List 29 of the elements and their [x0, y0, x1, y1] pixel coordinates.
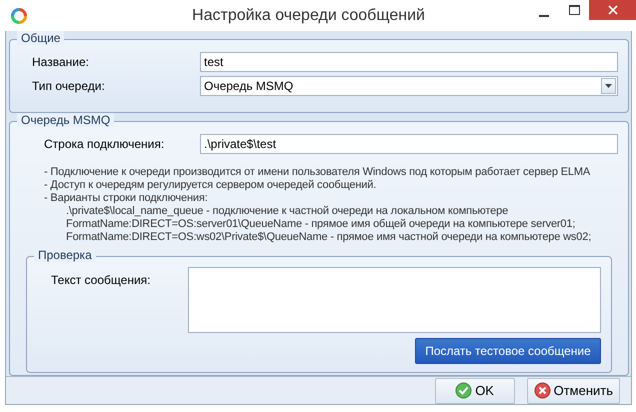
info-text: - Подключение к очереди производится от имени пользователя Windows под которым работает сервер ELMA [44, 166, 590, 179]
minimize-icon [539, 15, 549, 17]
message-field[interactable] [188, 267, 601, 333]
maximize-icon [568, 5, 580, 15]
info-text: FormatName:DIRECT=OS:server01\QueueName - прямое имя общей очереди на компьютере server01; [65, 218, 576, 231]
group-title: Очередь MSMQ [17, 113, 114, 127]
info-text: FormatName:DIRECT=OS:ws02\Private$\QueueName - прямое имя частной очереди на компьютере ws02; [65, 231, 592, 244]
window-title: Настройка очереди сообщений [191, 6, 426, 26]
queue-type-dropdown[interactable]: Очередь MSMQ [200, 76, 618, 96]
field-label: Строка подключения: [43, 137, 166, 151]
name-field[interactable]: test [200, 52, 618, 72]
info-text: - Варианты строки подключения: [44, 192, 208, 205]
connection-string-field[interactable]: .\private$\test [200, 134, 618, 154]
close-icon [608, 5, 618, 15]
group-title: Проверка [34, 248, 96, 262]
close-button[interactable] [589, 0, 636, 20]
app-logo-icon [10, 6, 28, 24]
ok-button[interactable]: OK [434, 378, 515, 404]
check-icon [455, 382, 472, 399]
cancel-button[interactable]: Отменить [526, 378, 620, 404]
group-title: Общие [17, 31, 64, 45]
info-text: - Доступ к очередям регулируется сервером очередей сообщений. [44, 179, 376, 192]
cancel-icon [534, 382, 551, 399]
field-label: Название: [31, 55, 90, 69]
field-label: Тип очереди: [31, 79, 106, 93]
send-test-message-button[interactable]: Послать тестовое сообщение [415, 338, 601, 364]
info-text: .\private$\local_name_queue - подключение к частной очереди на локальном компьютере [65, 205, 508, 218]
field-label: Текст сообщения: [50, 272, 152, 289]
dropdown-arrow-icon [605, 84, 612, 88]
